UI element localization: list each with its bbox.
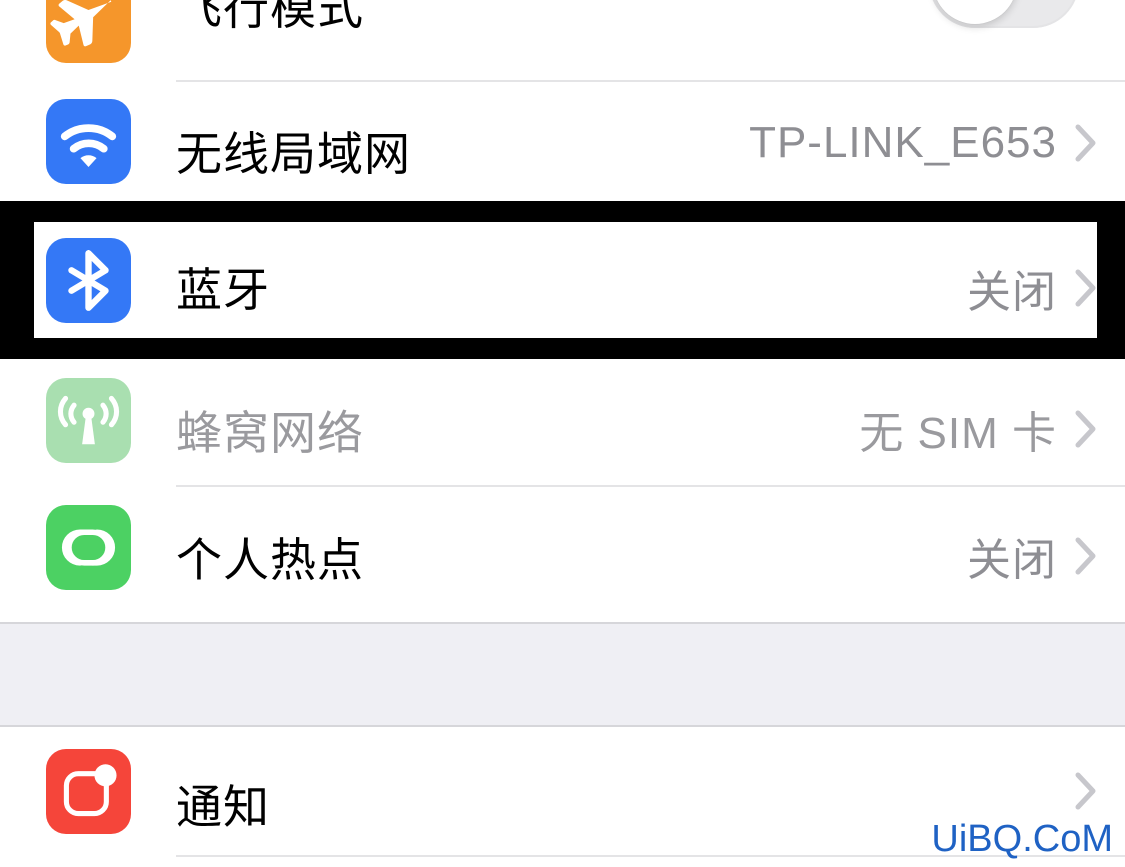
settings-row-label: 通知 (176, 781, 270, 833)
settings-row-airplane-mode[interactable]: 飞行模式 (0, 0, 1125, 82)
cellular-antenna-icon (46, 378, 131, 463)
airplane-icon (46, 0, 131, 63)
airplane-mode-toggle[interactable] (929, 0, 1079, 28)
site-watermark: UiBQ.CoM (931, 818, 1113, 860)
bluetooth-icon (46, 238, 131, 323)
settings-row-value: TP-LINK_E653 (749, 118, 1057, 167)
settings-row-value: 关闭 (967, 268, 1057, 317)
notifications-badge-icon (46, 749, 131, 834)
chevron-right-icon (1075, 771, 1097, 811)
settings-row-personal-hotspot[interactable]: 个人热点 关闭 (0, 487, 1125, 609)
chevron-right-icon (1075, 268, 1097, 308)
settings-row-accessory (1075, 771, 1097, 811)
settings-row-accessory: 关闭 (967, 256, 1097, 320)
chevron-right-icon (1075, 409, 1097, 449)
settings-row-label: 蓝牙 (176, 264, 270, 316)
section-separator (0, 622, 1125, 727)
settings-row-bluetooth[interactable]: 蓝牙 关闭 (0, 222, 1125, 338)
hotspot-link-icon (46, 505, 131, 590)
settings-row-cellular[interactable]: 蜂窝网络 无 SIM 卡 (0, 360, 1125, 482)
settings-row-value: 无 SIM 卡 (859, 409, 1057, 458)
wifi-icon (46, 99, 131, 184)
settings-row-accessory: 无 SIM 卡 (859, 397, 1097, 461)
settings-row-accessory: TP-LINK_E653 (749, 118, 1097, 168)
settings-row-wifi[interactable]: 无线局域网 TP-LINK_E653 (0, 82, 1125, 202)
settings-row-value: 关闭 (967, 536, 1057, 585)
toggle-knob (933, 0, 1017, 24)
settings-screen: 飞行模式 无线局域网 TP-LINK_E653 蓝牙 关闭 蜂窝网络 无 SIM… (0, 0, 1125, 867)
settings-row-label: 无线局域网 (176, 128, 411, 180)
settings-row-label: 个人热点 (176, 534, 364, 586)
chevron-right-icon (1075, 123, 1097, 163)
settings-row-label: 飞行模式 (176, 0, 364, 34)
chevron-right-icon (1075, 536, 1097, 576)
settings-row-accessory: 关闭 (967, 524, 1097, 588)
settings-row-label: 蜂窝网络 (176, 407, 364, 459)
